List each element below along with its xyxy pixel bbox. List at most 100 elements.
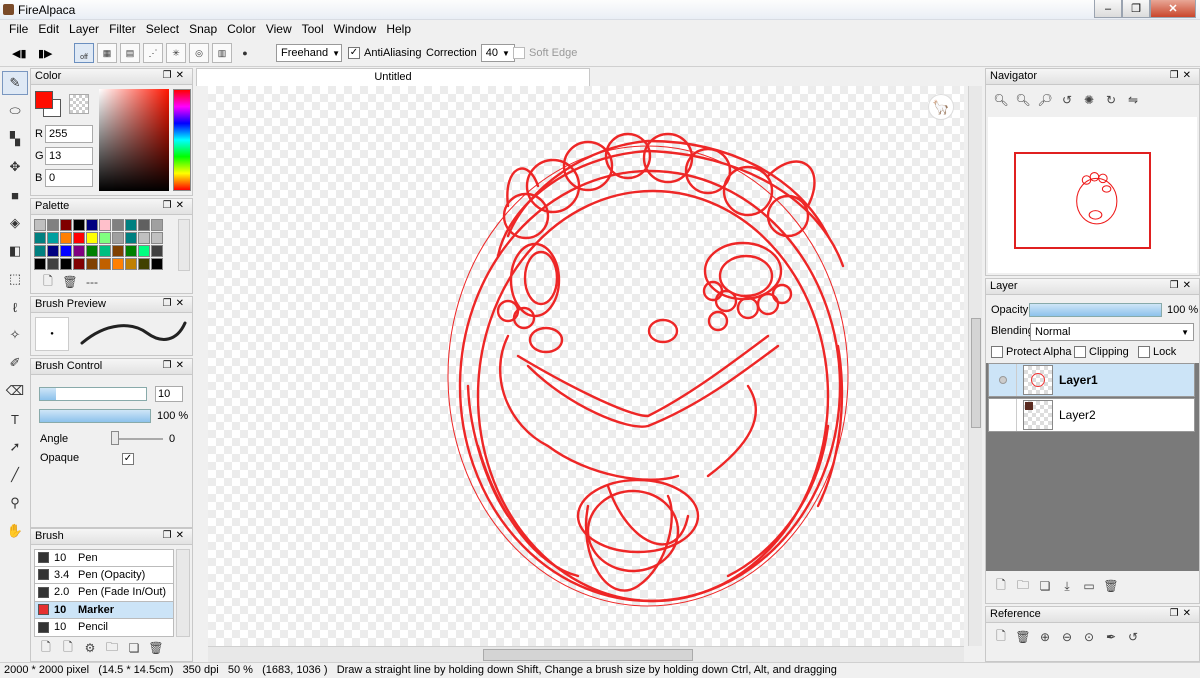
palette-swatch[interactable] xyxy=(60,245,72,257)
palette-swatch[interactable] xyxy=(73,219,85,231)
palette-swatch[interactable] xyxy=(34,245,46,257)
maximize-button[interactable]: ❐ xyxy=(1122,0,1150,18)
palette-swatch[interactable] xyxy=(34,219,46,231)
fill-tool-icon[interactable]: ■ xyxy=(2,183,28,207)
layer-row-layer1[interactable]: Layer1 xyxy=(988,363,1195,397)
panel-float-close-icons[interactable]: ❐✕ xyxy=(163,360,188,371)
panel-float-close-icons[interactable]: ❐✕ xyxy=(1170,280,1195,291)
brush-item[interactable]: 10 Pencil xyxy=(34,619,174,637)
palette-swatch[interactable] xyxy=(151,219,163,231)
bucket-tool-icon[interactable]: ◈ xyxy=(2,211,28,235)
panel-float-close-icons[interactable]: ❐✕ xyxy=(163,530,188,541)
palette-swatch[interactable] xyxy=(73,245,85,257)
palette-swatch[interactable] xyxy=(73,232,85,244)
brush-settings-icon[interactable]: ⚙ xyxy=(79,639,101,657)
brush-list-scrollbar[interactable] xyxy=(176,549,190,637)
new-palette-icon[interactable]: 🗋 xyxy=(37,273,59,291)
snap-vanishing-icon[interactable]: ⋰ xyxy=(143,43,163,63)
canvas-vertical-scrollbar[interactable] xyxy=(968,86,982,646)
palette-swatch[interactable] xyxy=(60,219,72,231)
brush-item[interactable]: 10 Marker xyxy=(34,601,174,619)
delete-brush-icon[interactable]: 🗑 xyxy=(145,639,167,657)
zoom-out-icon[interactable]: 🔍︎ xyxy=(1012,91,1034,109)
canvas-horizontal-scrollbar[interactable] xyxy=(208,646,964,662)
palette-swatch[interactable] xyxy=(138,232,150,244)
brush-item[interactable]: 2.0 Pen (Fade In/Out) xyxy=(34,584,174,602)
menu-color[interactable]: Color xyxy=(222,20,261,39)
menu-layer[interactable]: Layer xyxy=(64,20,104,39)
palette-swatch[interactable] xyxy=(112,219,124,231)
new-layer-icon[interactable]: 🗋 xyxy=(990,577,1012,595)
text-tool-icon[interactable]: T xyxy=(2,407,28,431)
angle-slider-handle[interactable] xyxy=(111,431,119,445)
palette-swatch[interactable] xyxy=(99,219,111,231)
palette-swatch[interactable] xyxy=(138,245,150,257)
ref-zoom-out-icon[interactable]: ⊖ xyxy=(1056,628,1078,646)
zoom-fit-icon[interactable]: 🔎︎ xyxy=(1034,91,1056,109)
palette-swatch[interactable] xyxy=(112,258,124,270)
select-eraser-tool-icon[interactable]: ⌫ xyxy=(2,379,28,403)
magic-wand-tool-icon[interactable]: ✧ xyxy=(2,323,28,347)
layer-row-layer2[interactable]: Layer2 xyxy=(988,398,1195,432)
palette-swatch[interactable] xyxy=(73,258,85,270)
palette-swatch[interactable] xyxy=(34,232,46,244)
rotate-right-icon[interactable]: ↻ xyxy=(1100,91,1122,109)
clipping-checkbox[interactable] xyxy=(1074,346,1086,358)
ref-zoom-in-icon[interactable]: ⊕ xyxy=(1034,628,1056,646)
palette-swatch[interactable] xyxy=(86,245,98,257)
hand-tool-icon[interactable]: ✋ xyxy=(2,519,28,543)
snap-radial-icon[interactable]: ✳ xyxy=(166,43,186,63)
new-brush-file-icon[interactable]: 🗋 xyxy=(57,639,79,657)
green-input[interactable]: 13 xyxy=(45,147,93,165)
palette-swatch[interactable] xyxy=(60,258,72,270)
menu-file[interactable]: File xyxy=(4,20,33,39)
protect-alpha-checkbox[interactable] xyxy=(991,346,1003,358)
panel-float-close-icons[interactable]: ❐✕ xyxy=(163,70,188,81)
layer-opacity-slider[interactable] xyxy=(1029,303,1162,317)
palette-swatch[interactable] xyxy=(47,219,59,231)
operation-tool-icon[interactable]: ➚ xyxy=(2,435,28,459)
panel-float-close-icons[interactable]: ❐✕ xyxy=(163,298,188,309)
palette-swatch[interactable] xyxy=(99,258,111,270)
menu-filter[interactable]: Filter xyxy=(104,20,141,39)
snap-parallel-icon[interactable]: ▦ xyxy=(97,43,117,63)
minimize-button[interactable]: – xyxy=(1094,0,1122,18)
navigator-preview[interactable] xyxy=(988,117,1197,273)
select-tool-icon[interactable]: ⬚ xyxy=(2,267,28,291)
primary-color-swatch[interactable] xyxy=(35,91,53,109)
palette-swatch[interactable] xyxy=(151,245,163,257)
brush-folder-icon[interactable]: 🗀 xyxy=(101,639,123,657)
lock-checkbox[interactable] xyxy=(1138,346,1150,358)
hue-slider[interactable] xyxy=(173,89,191,191)
layer-visibility-icon[interactable] xyxy=(989,364,1017,396)
saturation-value-picker[interactable] xyxy=(99,89,169,191)
palette-swatch[interactable] xyxy=(138,219,150,231)
open-reference-icon[interactable]: 🗋 xyxy=(990,628,1012,646)
rotate-left-icon[interactable]: ↺ xyxy=(1056,91,1078,109)
zoom-in-icon[interactable]: 🔍︎ xyxy=(990,91,1012,109)
snap-off-icon[interactable]: off xyxy=(74,43,94,63)
brush-mode-select[interactable]: Freehand ▼ xyxy=(276,44,342,62)
document-tab[interactable]: Untitled xyxy=(196,68,590,86)
lasso-tool-icon[interactable]: ℓ xyxy=(2,295,28,319)
snap-crisscross-icon[interactable]: ▤ xyxy=(120,43,140,63)
brush-item[interactable]: 10 Pen xyxy=(34,549,174,567)
drawing-canvas[interactable]: 🦙 xyxy=(208,86,964,646)
transparent-color-swatch[interactable] xyxy=(69,94,89,114)
brush-size-slider[interactable] xyxy=(39,387,147,401)
eyedropper-tool-icon[interactable]: ⚲ xyxy=(2,491,28,515)
prev-icon[interactable]: ◀▮ xyxy=(12,47,30,60)
move-tool-icon[interactable]: ✥ xyxy=(2,155,28,179)
angle-slider[interactable] xyxy=(115,438,163,440)
menu-view[interactable]: View xyxy=(261,20,297,39)
palette-swatch[interactable] xyxy=(125,245,137,257)
close-button[interactable]: ✕ xyxy=(1150,0,1196,18)
menu-window[interactable]: Window xyxy=(329,20,382,39)
correction-select[interactable]: 40 ▼ xyxy=(480,44,515,62)
new-brush-icon[interactable]: 🗋 xyxy=(35,639,57,657)
menu-tool[interactable]: Tool xyxy=(297,20,329,39)
blue-input[interactable]: 0 xyxy=(45,169,93,187)
panel-float-close-icons[interactable]: ❐✕ xyxy=(1170,70,1195,81)
palette-swatch[interactable] xyxy=(125,232,137,244)
duplicate-layer-icon[interactable]: ❏ xyxy=(1034,577,1056,595)
